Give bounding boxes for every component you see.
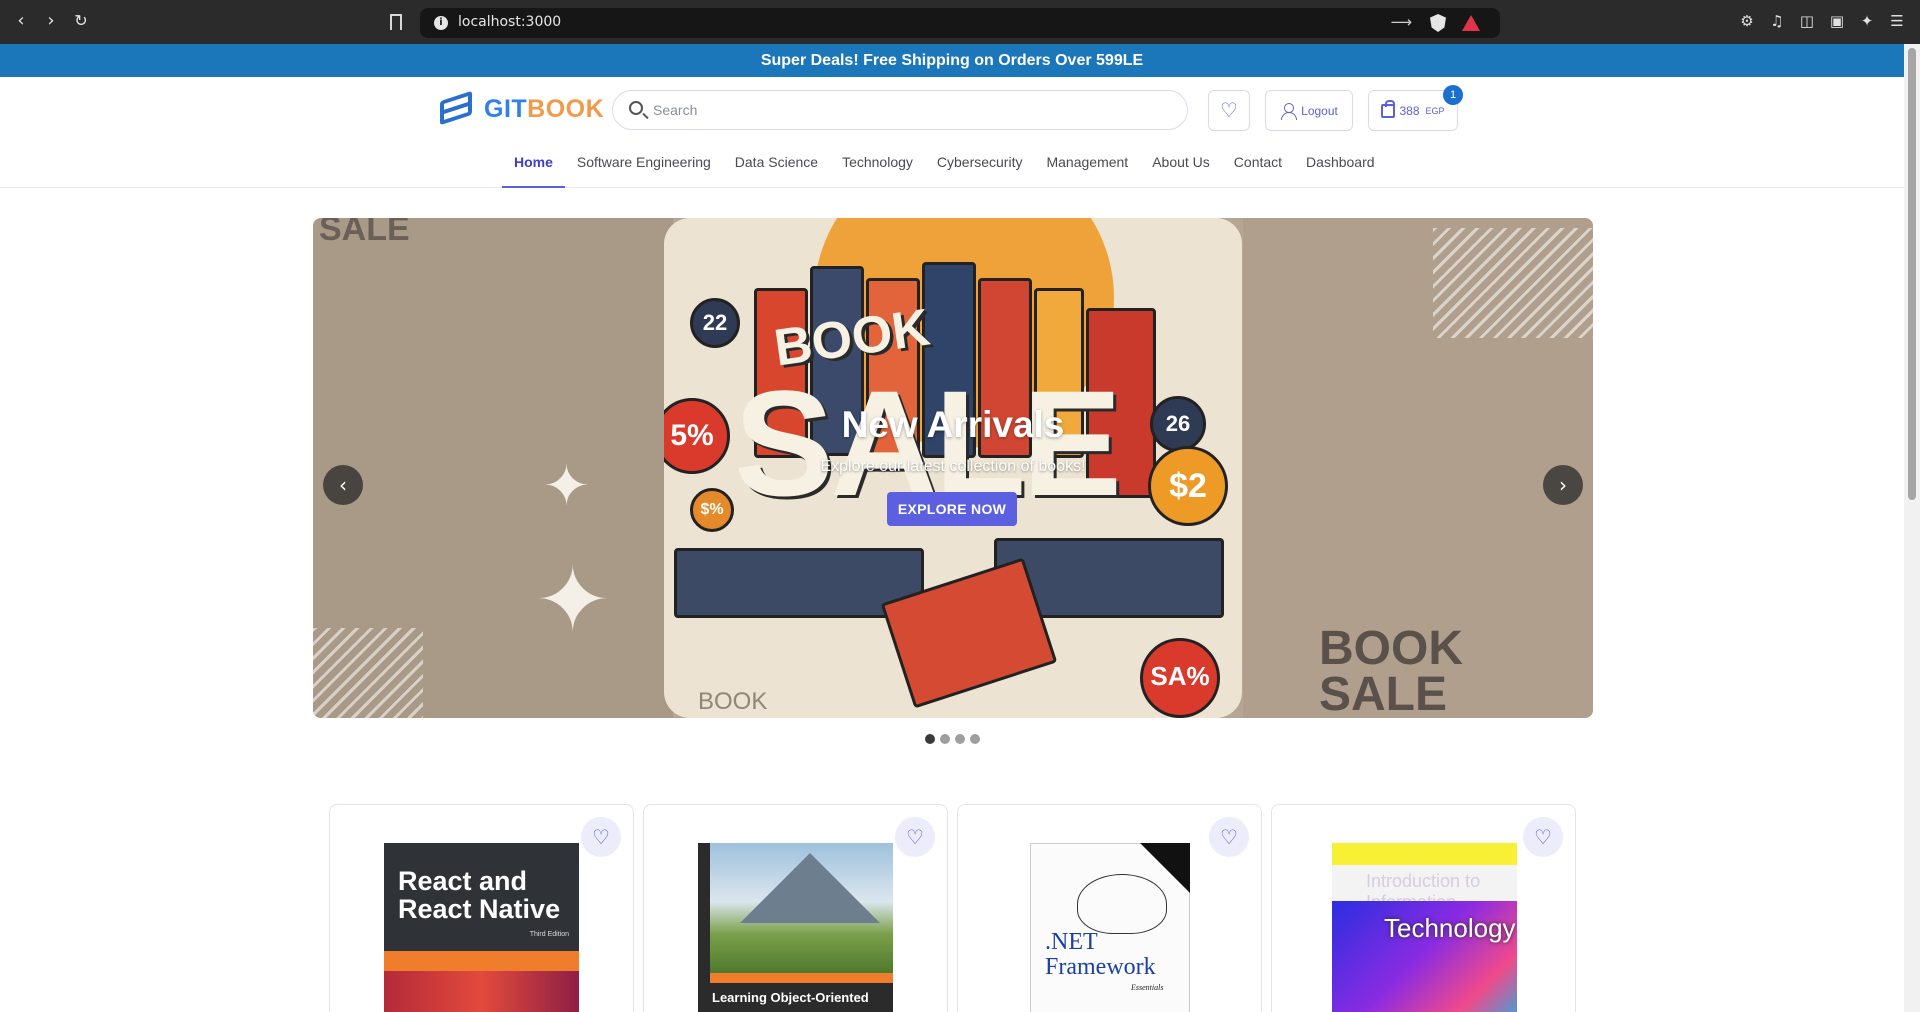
nav-item-management[interactable]: Management — [1034, 142, 1140, 188]
cover-title: .NET Framework — [1045, 929, 1156, 980]
cover-title: Technology — [1384, 913, 1516, 943]
slide-image-text: SALE — [319, 218, 410, 248]
nav-item-cybersecurity[interactable]: Cybersecurity — [925, 142, 1035, 188]
cover-title: React and React Native — [398, 866, 561, 924]
logout-button[interactable]: Logout — [1265, 90, 1353, 131]
price-coin: 22 — [690, 298, 740, 348]
page-scrollbar[interactable] — [1904, 44, 1920, 1012]
media-icon[interactable]: ♫ — [1768, 12, 1786, 30]
nav-item-about-us[interactable]: About Us — [1140, 142, 1222, 188]
hero-title: New Arrivals — [841, 404, 1065, 445]
carousel-prev-button[interactable]: ‹ — [323, 465, 363, 505]
book-cover-image[interactable]: Introduction to Information Technology — [1332, 843, 1517, 1012]
cart-amount: 388 — [1399, 103, 1420, 118]
extensions-icon[interactable]: ⚙ — [1738, 12, 1756, 30]
heart-icon: ♡ — [1220, 825, 1238, 849]
carousel-dot[interactable] — [970, 734, 980, 744]
cover-band — [710, 973, 893, 983]
carousel-next-button[interactable]: › — [1543, 465, 1583, 505]
reload-icon[interactable]: ↻ — [70, 10, 92, 32]
user-icon — [1280, 102, 1298, 120]
carousel-indicators — [925, 734, 980, 744]
cover-title: Learning Object-Oriented — [712, 990, 869, 1005]
category-nav: Home Software Engineering Data Science T… — [0, 142, 1904, 188]
cart-count-badge: 1 — [1443, 85, 1463, 105]
search-box[interactable] — [612, 90, 1188, 130]
carousel-dot[interactable] — [955, 734, 965, 744]
nav-item-contact[interactable]: Contact — [1222, 142, 1294, 188]
slide-image-text: BOOK SALE — [1319, 622, 1463, 719]
chevron-right-icon: › — [1559, 473, 1567, 497]
decorative-stripes — [1433, 228, 1593, 338]
cover-band — [1332, 843, 1517, 865]
site-header: GITBOOK ♡ Logout 388 EGP 1 — [0, 77, 1904, 142]
explore-now-button[interactable]: EXPLORE NOW — [887, 492, 1017, 526]
menu-icon[interactable]: ☰ — [1888, 12, 1906, 30]
shopping-bag-icon — [1381, 99, 1396, 118]
sparkle-icon: ✦ — [535, 548, 611, 653]
cover-band — [384, 951, 579, 971]
cart-button[interactable]: 388 EGP 1 — [1368, 85, 1463, 131]
add-to-wishlist-button[interactable]: ♡ — [1209, 817, 1249, 857]
product-card[interactable]: ♡ React and React Native Third Edition — [329, 804, 634, 1012]
heart-icon: ♡ — [906, 825, 924, 849]
brave-shield-icon[interactable] — [1430, 14, 1446, 32]
product-card[interactable]: ♡ Introduction to Information Technology — [1271, 804, 1576, 1012]
page: Super Deals! Free Shipping on Orders Ove… — [0, 44, 1904, 1012]
bookmark-icon[interactable] — [390, 14, 402, 30]
heart-icon: ♡ — [1534, 825, 1552, 849]
wishlist-button[interactable]: ♡ — [1208, 90, 1250, 131]
chevron-left-icon: ‹ — [339, 473, 347, 497]
carousel-dot[interactable] — [940, 734, 950, 744]
brave-rewards-icon[interactable] — [1462, 15, 1480, 31]
heart-icon: ♡ — [592, 825, 610, 849]
book-cover-image[interactable]: .NET Framework Essentials — [1030, 843, 1190, 1012]
url-text[interactable]: localhost:3000 — [458, 14, 561, 30]
search-icon — [629, 101, 643, 115]
hero-subtitle: Explore our latest collection of books! — [820, 458, 1086, 475]
share-icon[interactable]: ⟶ — [1390, 13, 1412, 31]
carousel-dot[interactable] — [925, 734, 935, 744]
forward-icon[interactable]: › — [40, 10, 62, 32]
cover-art — [1077, 874, 1167, 934]
promo-banner: Super Deals! Free Shipping on Orders Ove… — [0, 44, 1904, 77]
add-to-wishlist-button[interactable]: ♡ — [581, 817, 621, 857]
nav-item-home[interactable]: Home — [502, 142, 565, 188]
product-grid: ♡ React and React Native Third Edition ♡… — [329, 804, 1576, 1012]
slide-image-text: BOOK — [698, 688, 768, 715]
book-cover-image[interactable]: Learning Object-Oriented — [698, 843, 893, 1012]
sidebar-icon[interactable]: ◫ — [1798, 12, 1816, 30]
nav-item-technology[interactable]: Technology — [830, 142, 925, 188]
add-to-wishlist-button[interactable]: ♡ — [895, 817, 935, 857]
price-coin: SA% — [1140, 638, 1220, 718]
cover-subtitle: Essentials — [1131, 983, 1164, 992]
nav-item-dashboard[interactable]: Dashboard — [1294, 142, 1387, 188]
scrollbar-thumb[interactable] — [1908, 48, 1916, 500]
wallet-icon[interactable]: ▣ — [1828, 12, 1846, 30]
heart-icon: ♡ — [1220, 100, 1238, 122]
cover-edition: Third Edition — [529, 931, 569, 938]
nav-item-data-science[interactable]: Data Science — [723, 142, 830, 188]
site-logo[interactable]: GITBOOK — [438, 90, 605, 126]
product-card[interactable]: ♡ .NET Framework Essentials — [957, 804, 1262, 1012]
price-coin: $% — [690, 488, 734, 532]
leo-ai-icon[interactable]: ✦ — [1858, 12, 1876, 30]
logo-wordmark: GITBOOK — [484, 94, 605, 123]
add-to-wishlist-button[interactable]: ♡ — [1523, 817, 1563, 857]
back-icon[interactable]: ‹ — [10, 10, 32, 32]
search-input[interactable] — [653, 99, 1153, 121]
cover-art — [384, 971, 579, 1012]
site-info-icon[interactable]: i — [434, 16, 448, 30]
logo-mark-icon — [438, 90, 474, 126]
hero-carousel: SALE BOOK SALE ✦ ✦ BOOK SALE 22 5% $% 26… — [313, 218, 1593, 718]
logout-label: Logout — [1301, 103, 1338, 118]
address-bar[interactable]: i localhost:3000 ⟶ — [420, 8, 1500, 38]
product-card[interactable]: ♡ Learning Object-Oriented — [643, 804, 948, 1012]
book-cover-image[interactable]: React and React Native Third Edition — [384, 843, 579, 1012]
decorative-stripes — [313, 628, 423, 718]
nav-item-software-engineering[interactable]: Software Engineering — [565, 142, 723, 188]
cover-art — [710, 843, 893, 973]
browser-chrome: ‹ › ↻ i localhost:3000 ⟶ ⚙ ♫ ◫ ▣ ✦ ☰ — [0, 0, 1920, 44]
cart-currency: EGP — [1425, 105, 1445, 116]
